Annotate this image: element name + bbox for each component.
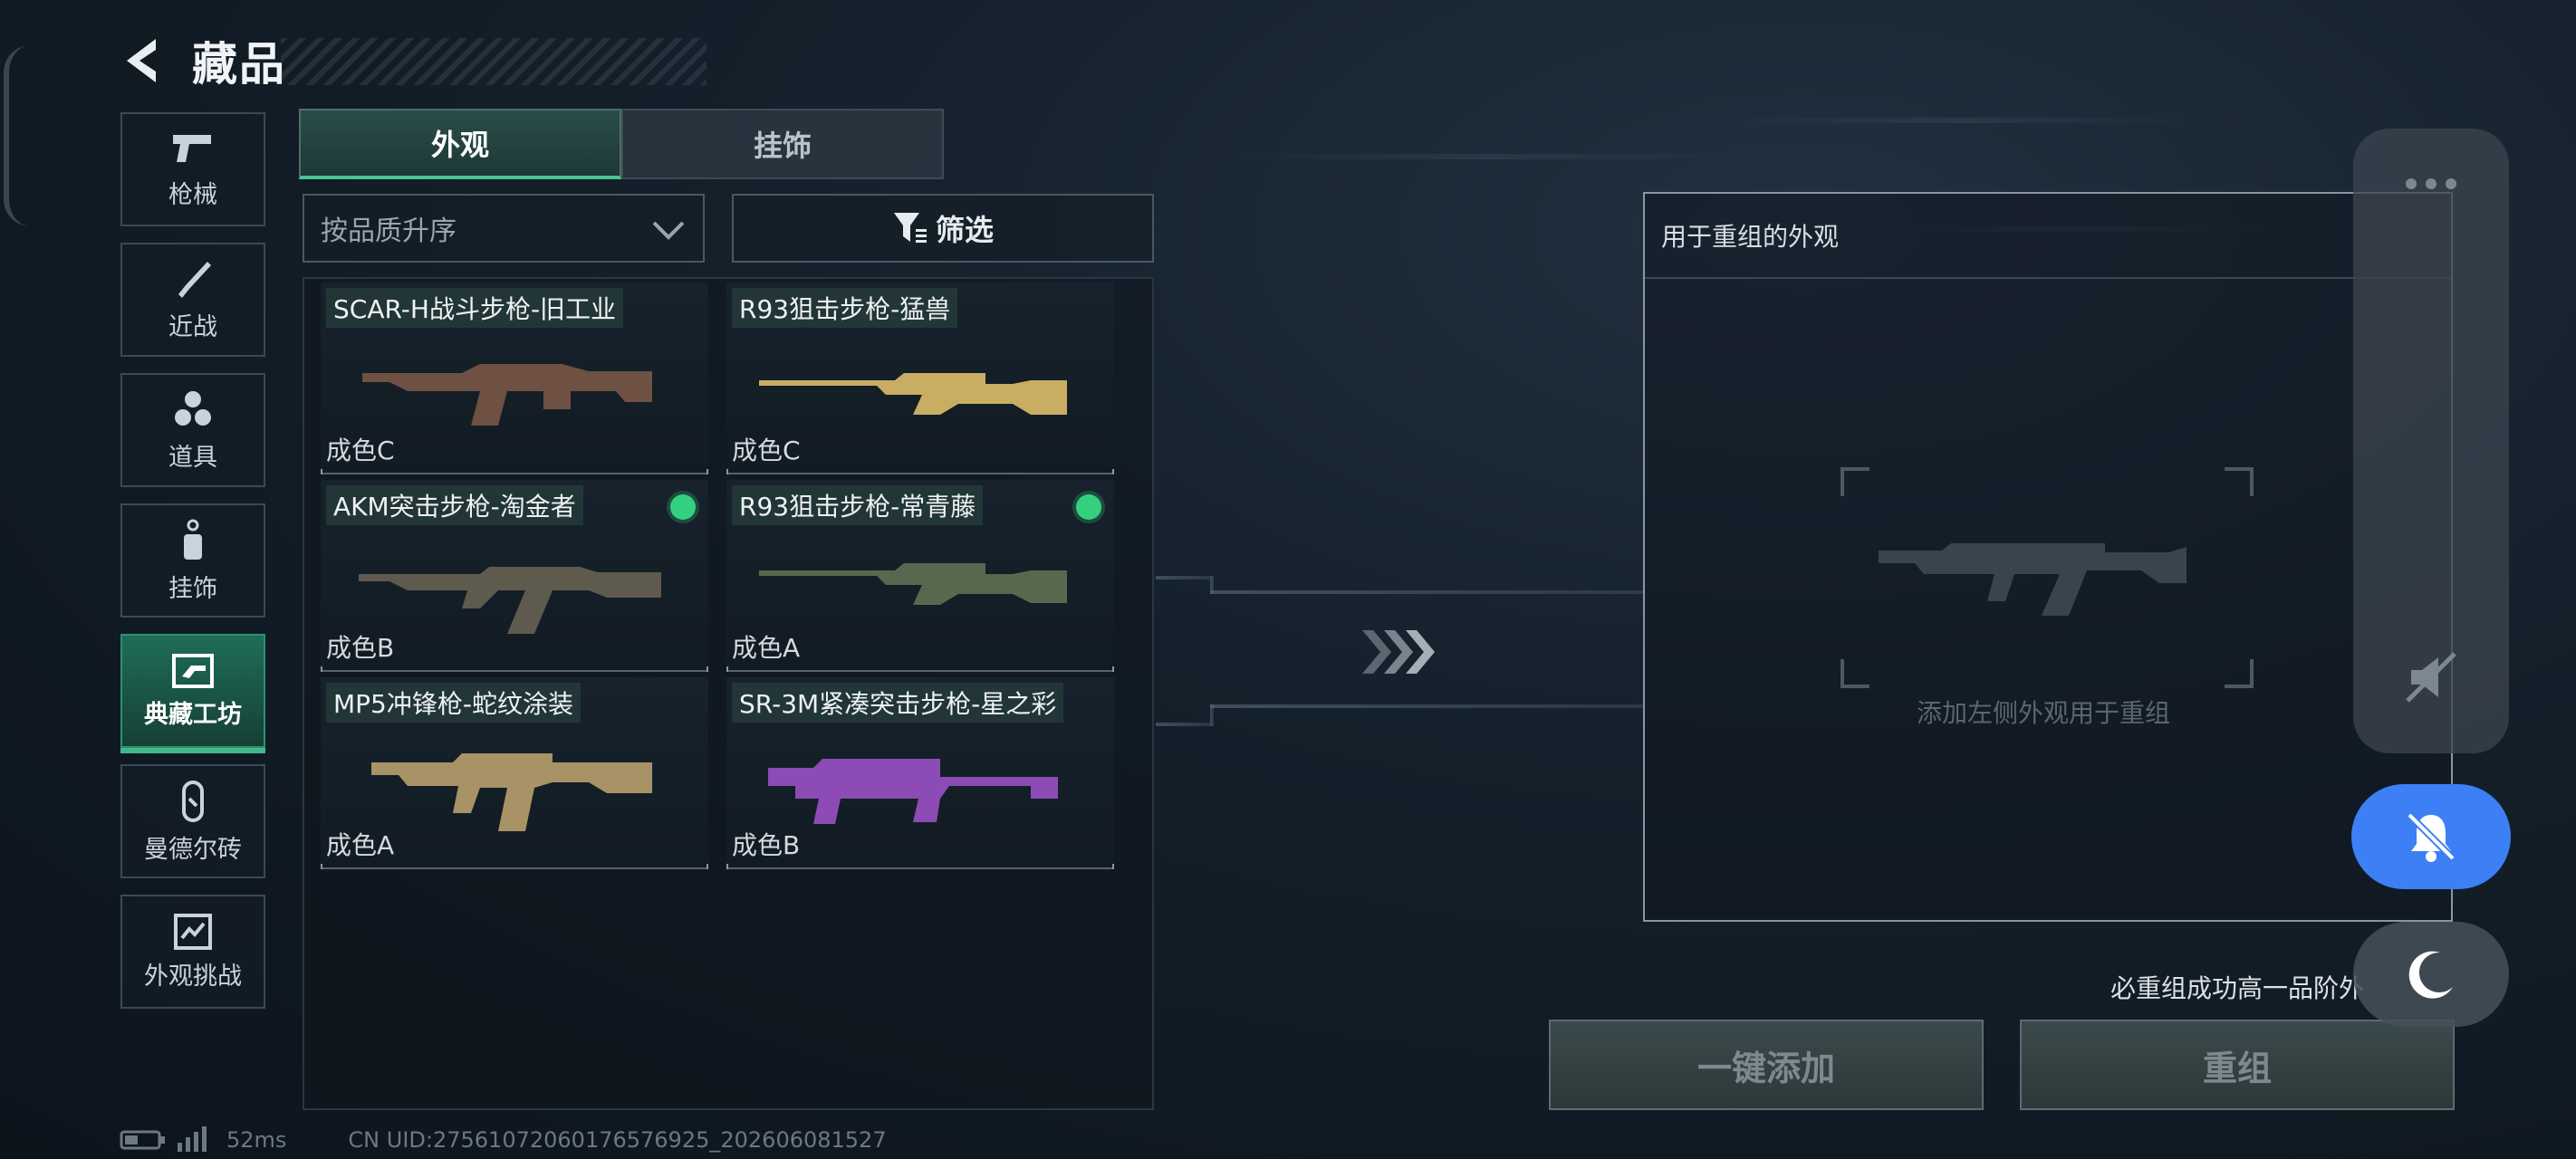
nav-label: 道具 <box>168 443 217 472</box>
add-all-button[interactable]: 一键添加 <box>1549 1020 1984 1110</box>
knife-icon <box>178 261 211 298</box>
sort-label: 按品质升序 <box>321 216 457 247</box>
nav-label: 近战 <box>168 312 217 341</box>
connector-line <box>1156 723 1210 726</box>
items-icon <box>175 390 211 426</box>
nav-item-workshop[interactable]: 典藏工坊 <box>120 634 265 753</box>
skin-name: MP5冲锋枪-蛇纹涂装 <box>326 683 581 723</box>
skin-card[interactable]: SCAR-H战斗步枪-旧工业 成色C <box>321 283 708 474</box>
filter-label: 筛选 <box>935 213 994 247</box>
floating-control-panel <box>2353 129 2509 753</box>
challenge-icon <box>174 913 212 950</box>
sort-dropdown[interactable]: 按品质升序 <box>303 194 705 263</box>
tab-appearance[interactable]: 外观 <box>299 109 621 179</box>
charm-icon <box>184 519 202 560</box>
skin-name: R93狙击步枪-猛兽 <box>732 288 958 328</box>
connector-line <box>1156 576 1210 580</box>
night-mode-button[interactable] <box>2353 922 2509 1027</box>
skin-grade: 成色C <box>732 436 801 465</box>
signal-icon <box>178 1126 207 1152</box>
nav-item-items[interactable]: 道具 <box>120 373 265 487</box>
skin-grade: 成色B <box>732 830 801 860</box>
skin-grade: 成色B <box>326 633 395 663</box>
header: 藏品 <box>118 20 706 101</box>
rifle-image <box>362 364 652 426</box>
back-button[interactable] <box>118 34 165 88</box>
skin-name: R93狙击步枪-常青藤 <box>732 485 984 525</box>
filter-button[interactable]: 筛选 <box>732 194 1154 263</box>
nav-label: 枪械 <box>168 180 217 209</box>
bell-off-icon <box>2407 812 2456 862</box>
compact-rifle-image <box>768 759 1058 824</box>
nav-label: 曼德尔砖 <box>144 835 242 864</box>
moon-icon <box>2408 951 2453 999</box>
nav-item-appearance-challenge[interactable]: 外观挑战 <box>120 895 265 1009</box>
notification-mute-button[interactable] <box>2351 784 2511 889</box>
recombine-panel: 用于重组的外观 添加左侧外观用于重组 <box>1643 192 2453 922</box>
skin-name: SR-3M紧凑突击步枪-星之彩 <box>732 683 1064 723</box>
nav-item-melee[interactable]: 近战 <box>120 243 265 357</box>
frame-corner <box>2225 467 2254 496</box>
page-title: 藏品 <box>192 38 286 91</box>
header-hatch-decoration <box>281 38 706 85</box>
skin-grade: 成色C <box>326 436 395 465</box>
skin-card[interactable]: SR-3M紧凑突击步枪-星之彩 成色B <box>726 677 1114 869</box>
rifle-image <box>359 567 661 634</box>
frame-corner <box>1841 659 1870 688</box>
recombine-panel-title: 用于重组的外观 <box>1645 194 2451 279</box>
chevrons-right-icon <box>1362 630 1435 674</box>
nav-label: 挂饰 <box>168 574 217 603</box>
frame-corner <box>2225 659 2254 688</box>
connector-line <box>1210 590 1643 594</box>
skin-card[interactable]: R93狙击步枪-猛兽 成色C <box>726 283 1114 474</box>
nav-item-mandel-brick[interactable]: 曼德尔砖 <box>120 764 265 878</box>
selected-indicator <box>670 494 696 520</box>
back-arrow-icon <box>127 39 156 82</box>
mute-icon[interactable] <box>2402 648 2460 706</box>
skin-name: SCAR-H战斗步枪-旧工业 <box>326 288 624 328</box>
sniper-image <box>759 373 1067 415</box>
skin-grade: 成色A <box>326 830 395 860</box>
skin-card[interactable]: AKM突击步枪-淘金者 成色B <box>321 480 708 672</box>
left-edge-arc <box>4 45 34 226</box>
brick-icon <box>182 780 204 822</box>
skin-name: AKM突击步枪-淘金者 <box>326 485 583 525</box>
frame-corner <box>1841 467 1870 496</box>
status-bar: 52ms CN UID:27561072060176576925_2026060… <box>120 1126 887 1154</box>
tab-bar: 外观 挂饰 <box>299 109 944 179</box>
skin-grade: 成色A <box>732 633 801 663</box>
nav-item-charms[interactable]: 挂饰 <box>120 503 265 618</box>
smg-image <box>371 753 652 831</box>
skin-card[interactable]: R93狙击步枪-常青藤 成色A <box>726 480 1114 672</box>
nav-label: 外观挑战 <box>144 962 242 991</box>
nav-item-guns[interactable]: 枪械 <box>120 112 265 226</box>
recombine-hint: 添加左侧外观用于重组 <box>1917 698 2171 728</box>
workshop-icon <box>172 653 214 688</box>
selected-indicator <box>1076 494 1101 520</box>
connector-line <box>1210 704 1643 708</box>
recombine-button[interactable]: 重组 <box>2020 1020 2455 1110</box>
recombine-requirement: 必重组成功高一品阶外 <box>2110 973 2365 1003</box>
chevron-down-icon <box>652 221 685 240</box>
placeholder-rifle-icon <box>1879 543 2187 616</box>
latency-text: 52ms <box>226 1127 287 1153</box>
tab-charms[interactable]: 挂饰 <box>621 109 944 179</box>
nav-label: 典藏工坊 <box>144 700 242 729</box>
pistol-icon <box>173 134 211 162</box>
sniper-image <box>759 563 1067 605</box>
skin-card[interactable]: MP5冲锋枪-蛇纹涂装 成色A <box>321 677 708 869</box>
battery-icon <box>120 1130 165 1150</box>
more-options-icon[interactable] <box>2404 177 2458 190</box>
filter-icon <box>893 213 927 243</box>
uid-text: CN UID:27561072060176576925_202606081527 <box>348 1127 887 1153</box>
